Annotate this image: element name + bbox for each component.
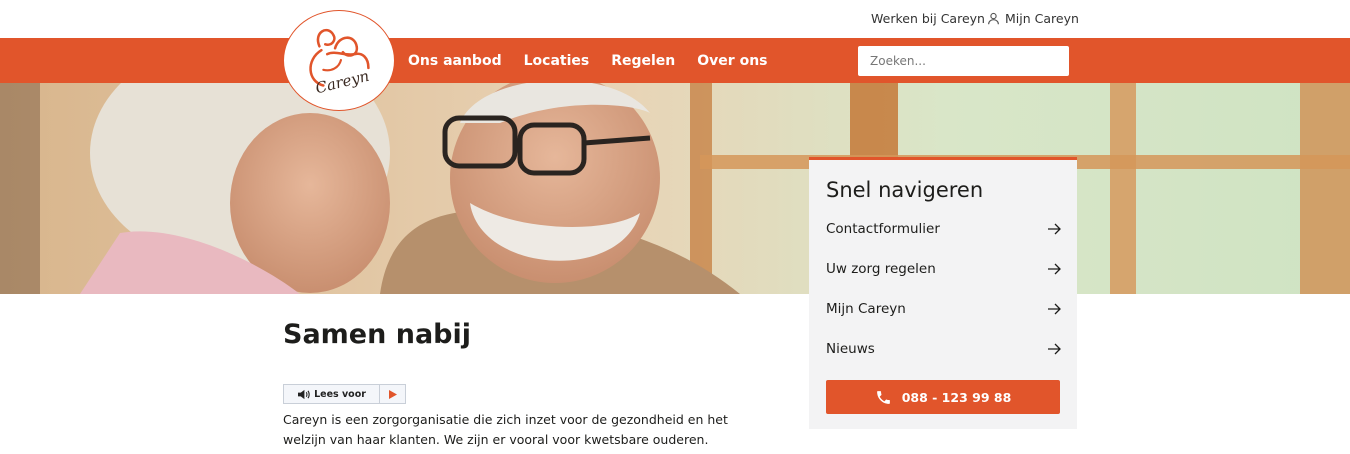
user-icon (988, 12, 999, 25)
quicknav-link-contactformulier[interactable]: Contactformulier (826, 218, 1061, 240)
quicknav-link-nieuws[interactable]: Nieuws (826, 338, 1061, 360)
arrow-right-icon (1048, 343, 1061, 355)
phone-number: 088 - 123 99 88 (901, 389, 1012, 405)
lees-voor-label: Lees voor (314, 388, 366, 400)
logo-figures-icon (309, 29, 370, 87)
quicknav-link-label: Uw zorg regelen (826, 261, 936, 277)
quick-navigation-panel: Snel navigeren Contactformulier Uw zorg … (809, 157, 1077, 429)
panel-title: Snel navigeren (826, 178, 984, 202)
search-input[interactable] (858, 46, 1069, 76)
arrow-right-icon (1048, 223, 1061, 235)
top-utility-bar: Werken bij Careyn Mijn Careyn (0, 0, 1350, 38)
nav-item-over-ons[interactable]: Over ons (697, 53, 767, 69)
quicknav-link-mijn-careyn[interactable]: Mijn Careyn (826, 298, 1061, 320)
hero-image (0, 83, 1350, 294)
readspeaker-widget: Lees voor (283, 384, 406, 404)
phone-call-button[interactable]: 088 - 123 99 88 (826, 380, 1060, 414)
intro-paragraph: Careyn is een zorgorganisatie die zich i… (283, 412, 728, 454)
werken-bij-careyn-link[interactable]: Werken bij Careyn (871, 11, 985, 26)
nav-item-regelen[interactable]: Regelen (611, 53, 675, 69)
main-navigation: Ons aanbod Locaties Regelen Over ons (0, 38, 1350, 83)
play-icon (388, 389, 397, 399)
mijn-careyn-label: Mijn Careyn (1005, 11, 1079, 26)
nav-menu: Ons aanbod Locaties Regelen Over ons (408, 38, 768, 83)
quicknav-link-uw-zorg-regelen[interactable]: Uw zorg regelen (826, 258, 1061, 280)
quicknav-link-label: Contactformulier (826, 221, 940, 237)
arrow-right-icon (1048, 263, 1061, 275)
hero-photo-illustration (0, 83, 1350, 294)
arrow-right-icon (1048, 303, 1061, 315)
play-button[interactable] (380, 385, 405, 403)
mijn-careyn-link[interactable]: Mijn Careyn (987, 11, 1079, 26)
quicknav-link-label: Nieuws (826, 341, 875, 357)
phone-icon (876, 390, 890, 404)
lees-voor-button[interactable]: Lees voor (284, 385, 380, 403)
nav-item-locaties[interactable]: Locaties (524, 53, 590, 69)
careyn-logo[interactable]: Careyn (283, 10, 395, 111)
nav-item-ons-aanbod[interactable]: Ons aanbod (408, 53, 502, 69)
quicknav-link-label: Mijn Careyn (826, 301, 906, 317)
speaker-icon (298, 389, 310, 399)
page-title: Samen nabij (283, 319, 472, 350)
